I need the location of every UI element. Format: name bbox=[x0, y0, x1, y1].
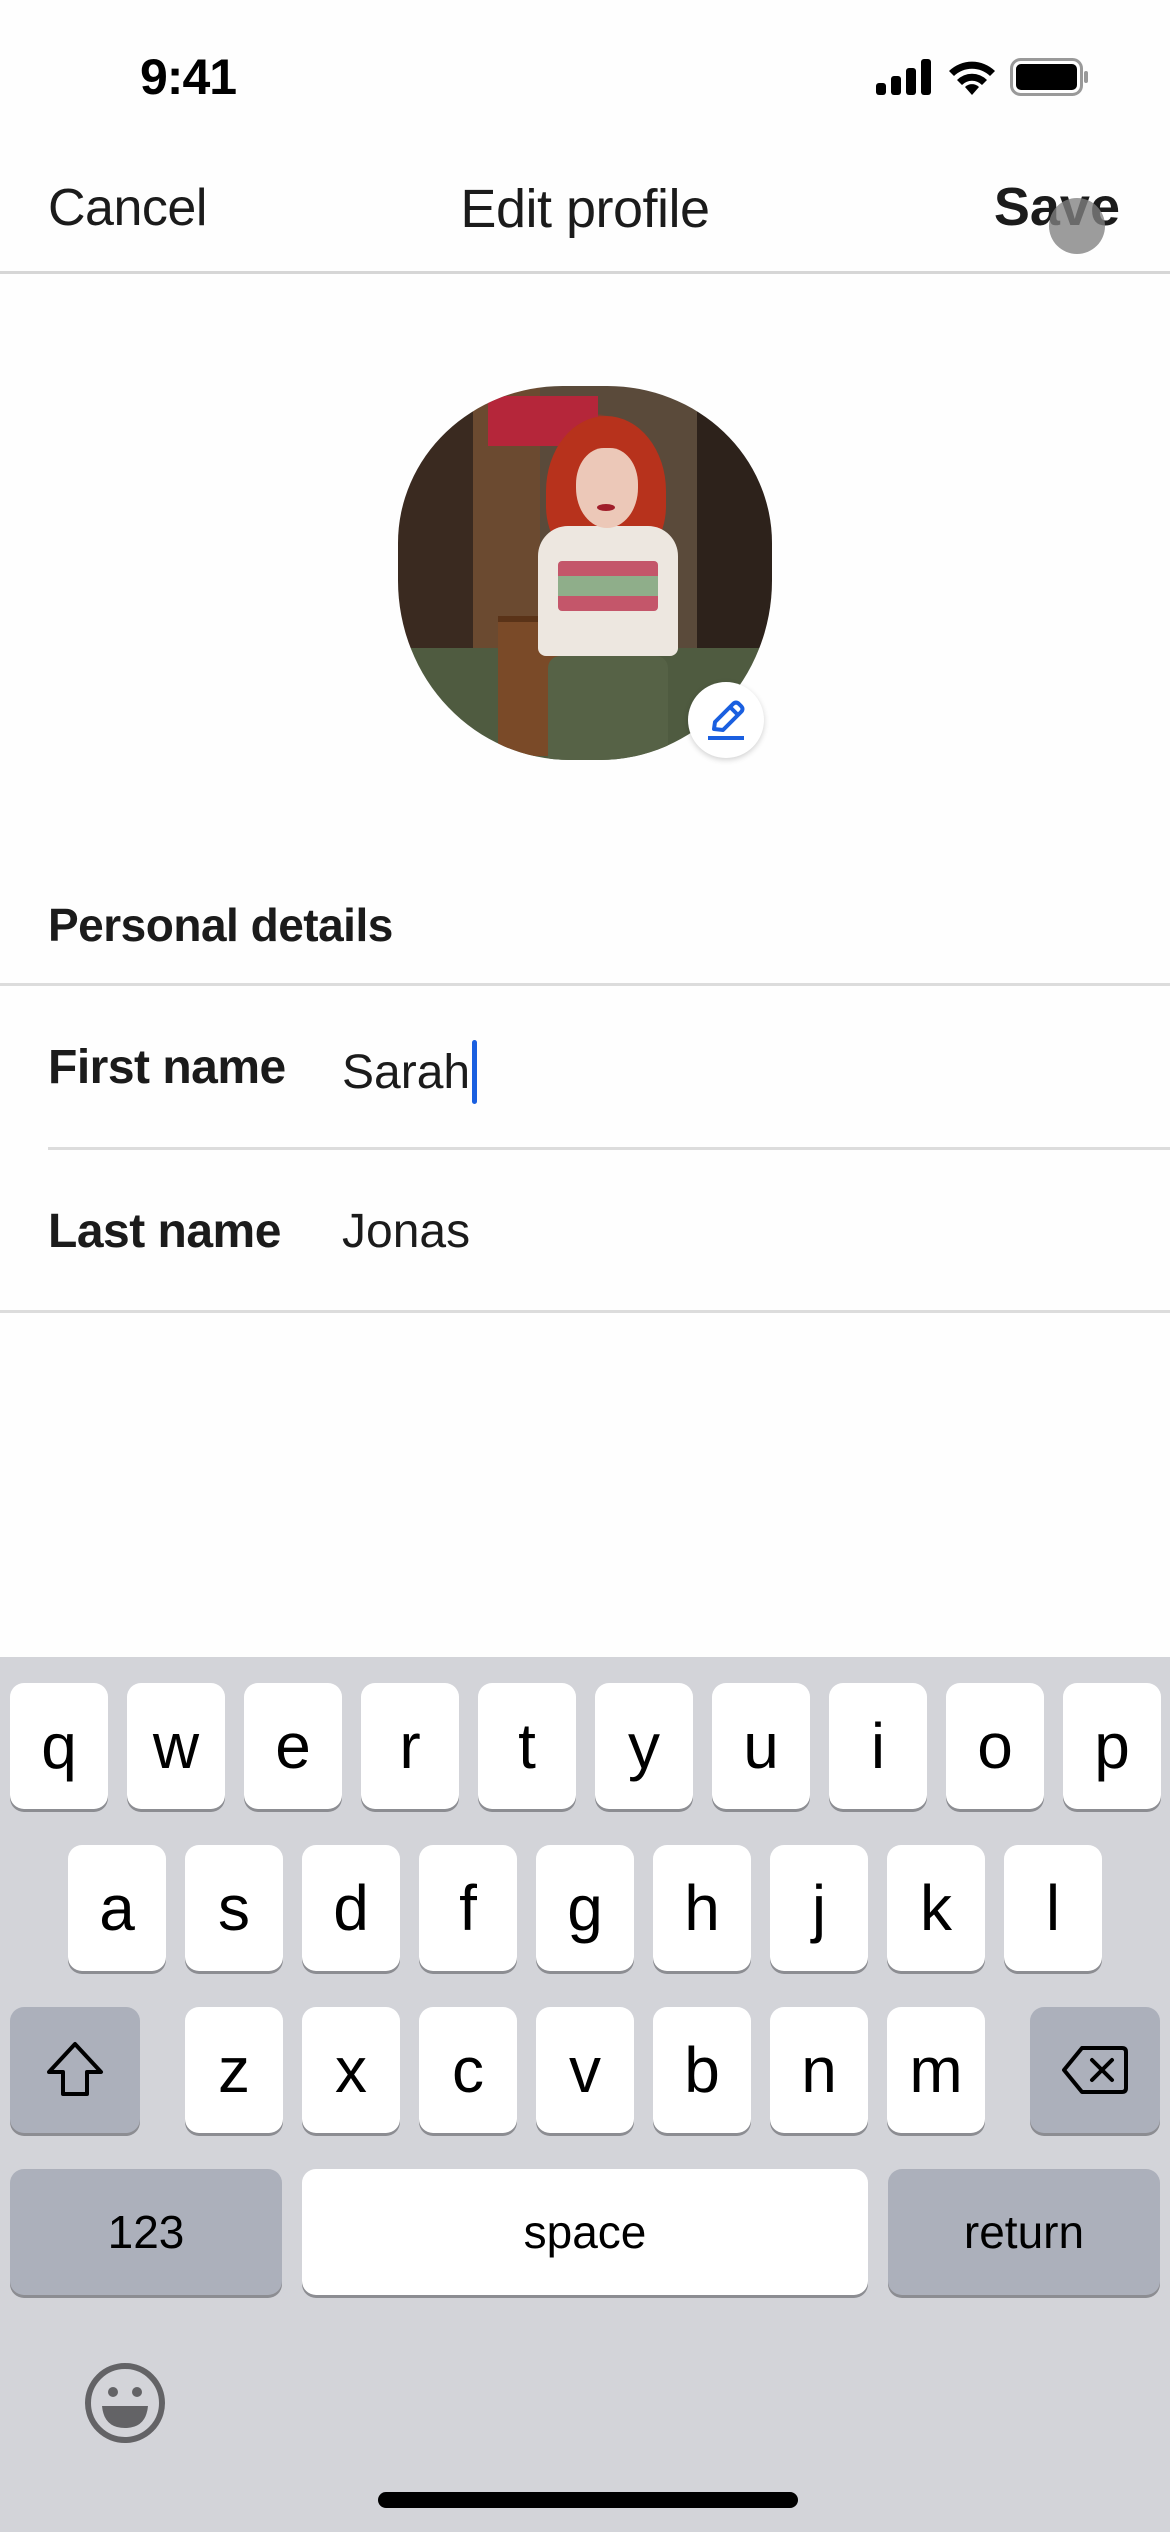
touch-indicator bbox=[1049, 198, 1105, 254]
space-key[interactable]: space bbox=[302, 2169, 868, 2295]
pencil-icon bbox=[708, 700, 745, 740]
status-bar: 9:41 bbox=[0, 0, 1170, 150]
key-o[interactable]: o bbox=[946, 1683, 1044, 1809]
edit-photo-button[interactable] bbox=[688, 682, 764, 758]
key-a[interactable]: a bbox=[68, 1845, 166, 1971]
return-key[interactable]: return bbox=[888, 2169, 1160, 2295]
last-name-row[interactable]: Last name Jonas bbox=[0, 1152, 1170, 1312]
key-s[interactable]: s bbox=[185, 1845, 283, 1971]
key-p[interactable]: p bbox=[1063, 1683, 1161, 1809]
key-v[interactable]: v bbox=[536, 2007, 634, 2133]
avatar-photo-detail bbox=[548, 656, 668, 760]
first-name-label: First name bbox=[48, 1041, 286, 1094]
shift-key[interactable] bbox=[10, 2007, 140, 2133]
key-e[interactable]: e bbox=[244, 1683, 342, 1809]
delete-key[interactable] bbox=[1030, 2007, 1160, 2133]
first-name-input[interactable]: Sarah bbox=[342, 1040, 478, 1104]
text-cursor bbox=[472, 1040, 478, 1104]
numbers-key[interactable]: 123 bbox=[10, 2169, 282, 2295]
key-k[interactable]: k bbox=[887, 1845, 985, 1971]
key-q[interactable]: q bbox=[10, 1683, 108, 1809]
key-m[interactable]: m bbox=[887, 2007, 985, 2133]
first-name-value: Sarah bbox=[342, 1045, 471, 1099]
navigation-bar: Cancel Edit profile Save bbox=[0, 150, 1170, 274]
avatar-photo-detail bbox=[558, 561, 658, 611]
key-t[interactable]: t bbox=[478, 1683, 576, 1809]
emoji-button[interactable] bbox=[80, 2358, 170, 2448]
emoji-icon bbox=[85, 2363, 165, 2443]
key-l[interactable]: l bbox=[1004, 1845, 1102, 1971]
avatar-photo-detail bbox=[576, 448, 638, 528]
divider bbox=[0, 1310, 1170, 1313]
key-x[interactable]: x bbox=[302, 2007, 400, 2133]
status-time: 9:41 bbox=[140, 49, 237, 105]
avatar-container bbox=[398, 386, 772, 760]
key-b[interactable]: b bbox=[653, 2007, 751, 2133]
key-n[interactable]: n bbox=[770, 2007, 868, 2133]
section-title: Personal details bbox=[48, 899, 393, 951]
last-name-input[interactable]: Jonas bbox=[342, 1204, 470, 1259]
shift-icon bbox=[47, 2042, 103, 2096]
key-z[interactable]: z bbox=[185, 2007, 283, 2133]
key-y[interactable]: y bbox=[595, 1683, 693, 1809]
last-name-value: Jonas bbox=[342, 1205, 471, 1258]
key-i[interactable]: i bbox=[829, 1683, 927, 1809]
divider bbox=[48, 1147, 1170, 1150]
first-name-row[interactable]: First name Sarah bbox=[0, 988, 1170, 1148]
key-u[interactable]: u bbox=[712, 1683, 810, 1809]
key-r[interactable]: r bbox=[361, 1683, 459, 1809]
wifi-icon bbox=[949, 61, 995, 95]
last-name-label: Last name bbox=[48, 1205, 281, 1258]
home-indicator[interactable] bbox=[378, 2492, 798, 2508]
key-c[interactable]: c bbox=[419, 2007, 517, 2133]
status-icons bbox=[876, 58, 1090, 96]
key-g[interactable]: g bbox=[536, 1845, 634, 1971]
cellular-signal-icon bbox=[876, 59, 931, 95]
key-w[interactable]: w bbox=[127, 1683, 225, 1809]
divider bbox=[0, 983, 1170, 986]
backspace-icon bbox=[1062, 2046, 1128, 2094]
key-h[interactable]: h bbox=[653, 1845, 751, 1971]
key-f[interactable]: f bbox=[419, 1845, 517, 1971]
key-j[interactable]: j bbox=[770, 1845, 868, 1971]
battery-icon bbox=[1010, 58, 1088, 96]
key-d[interactable]: d bbox=[302, 1845, 400, 1971]
avatar-photo-detail bbox=[597, 504, 615, 511]
